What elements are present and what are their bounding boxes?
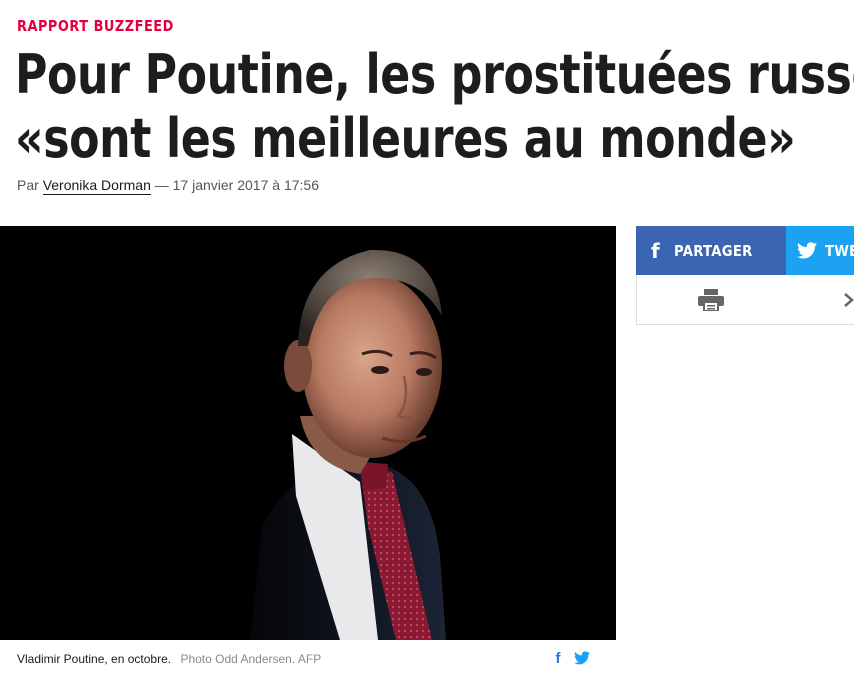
print-button[interactable] <box>636 275 786 325</box>
byline-prefix: Par <box>17 177 39 193</box>
twitter-share-button[interactable]: TWE <box>786 226 854 275</box>
article-kicker[interactable]: RAPPORT BUZZFEED <box>17 17 174 35</box>
photo-credit: Photo Odd Andersen. AFP <box>180 652 322 666</box>
facebook-share-label: PARTAGER <box>673 241 753 260</box>
facebook-share-button[interactable]: f PARTAGER <box>636 226 786 275</box>
twitter-icon <box>574 651 590 665</box>
photo-caption: Vladimir Poutine, en octobre. Photo Odd … <box>17 652 321 666</box>
twitter-share-label: TWE <box>825 241 854 260</box>
more-share-button[interactable] <box>785 275 854 325</box>
byline: Par Veronika Dorman — 17 janvier 2017 à … <box>17 177 319 195</box>
portrait-image <box>0 226 616 640</box>
byline-date: — 17 janvier 2017 à 17:56 <box>154 177 319 193</box>
author-link[interactable]: Veronika Dorman <box>42 177 151 195</box>
article-headline: Pour Poutine, les prostituées russes «so… <box>15 43 854 171</box>
twitter-icon <box>797 242 817 259</box>
article-photo <box>0 226 616 640</box>
facebook-icon: f <box>651 238 660 263</box>
caption-text: Vladimir Poutine, en octobre. <box>17 652 172 666</box>
headline-line-1: Pour Poutine, les prostituées russes <box>15 43 854 106</box>
next-icon <box>844 292 854 307</box>
facebook-icon: f <box>555 649 561 667</box>
caption-facebook-share[interactable]: f <box>549 648 567 668</box>
share-panel: f PARTAGER TWE <box>636 226 854 326</box>
headline-line-2: «sont les meilleures au monde» <box>15 107 796 170</box>
print-icon <box>698 288 724 311</box>
caption-twitter-share[interactable] <box>573 648 591 668</box>
article-page: RAPPORT BUZZFEED Pour Poutine, les prost… <box>0 0 854 688</box>
